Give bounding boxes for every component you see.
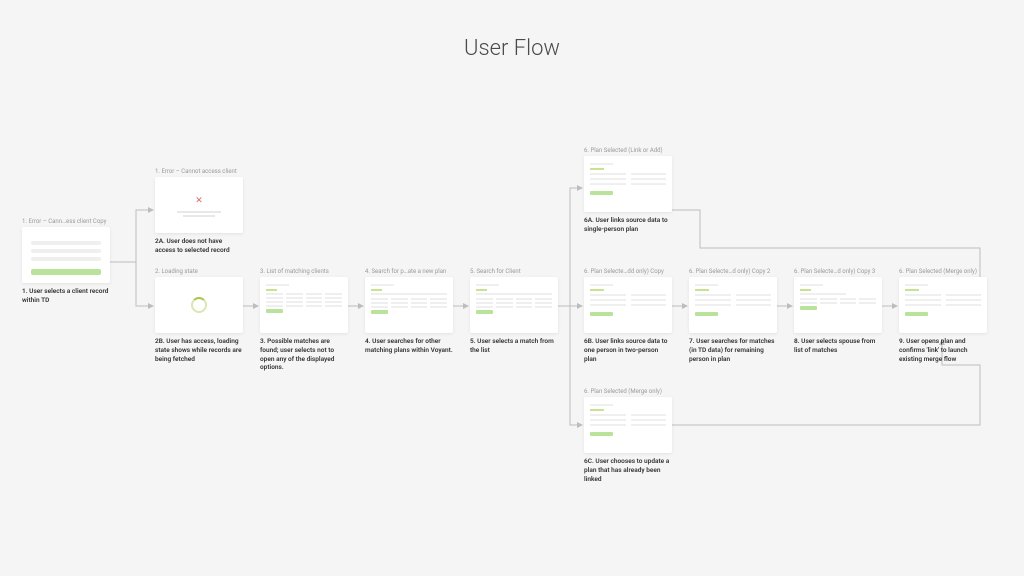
caption: 1. User selects a client record within T… <box>22 287 110 305</box>
frame-label: 2. Loading state <box>155 268 243 275</box>
flow-node-3[interactable]: 3. List of matching clients 3. Possible … <box>260 268 348 372</box>
thumbnail <box>470 277 558 333</box>
caption: 6A. User links source data to single-per… <box>584 216 672 234</box>
frame-label: 6. Plan Selected (Merge only) <box>899 268 987 275</box>
caption: 3. Possible matches are found; user sele… <box>260 337 348 372</box>
caption: 9. User opens plan and confirms 'link' t… <box>899 337 987 363</box>
flow-node-9[interactable]: 6. Plan Selected (Merge only) 9. User op… <box>899 268 987 363</box>
thumbnail <box>22 227 110 283</box>
caption: 6B. User links source data to one person… <box>584 337 672 363</box>
caption: 2A. User does not have access to selecte… <box>155 237 243 255</box>
flow-node-5[interactable]: 5. Search for Client 5. User selects a m… <box>470 268 558 355</box>
error-icon: ✕ <box>195 196 203 206</box>
frame-label: 3. List of matching clients <box>260 268 348 275</box>
frame-label: 6. Plan Selecte…d only) Copy 3 <box>794 268 882 275</box>
caption: 4. User searches for other matching plan… <box>365 337 453 355</box>
thumbnail <box>794 277 882 333</box>
thumbnail <box>899 277 987 333</box>
thumbnail <box>689 277 777 333</box>
frame-label: 1. Error – Cannot access client <box>155 168 243 175</box>
flow-node-6c[interactable]: 6. Plan Selected (Merge only) 6C. User c… <box>584 388 672 483</box>
thumbnail <box>260 277 348 333</box>
frame-label: 6. Plan Selected (Link or Add) <box>584 147 672 154</box>
frame-label: 6. Plan Selected (Merge only) <box>584 388 672 395</box>
frame-label: 5. Search for Client <box>470 268 558 275</box>
flow-canvas: 1. Error – Cann…ess client Copy 1. User … <box>0 0 1024 576</box>
thumbnail <box>584 156 672 212</box>
flow-node-2b[interactable]: 2. Loading state 2B. User has access, lo… <box>155 268 243 363</box>
flow-node-6b[interactable]: 6. Plan Selecte…dd only) Copy 6B. User l… <box>584 268 672 363</box>
flow-node-8[interactable]: 6. Plan Selecte…d only) Copy 3 8. User s… <box>794 268 882 355</box>
caption: 6C. User chooses to update a plan that h… <box>584 457 672 483</box>
thumbnail <box>155 277 243 333</box>
flow-node-2a[interactable]: 1. Error – Cannot access client ✕ 2A. Us… <box>155 168 243 255</box>
frame-label: 6. Plan Selecte…d only) Copy 2 <box>689 268 777 275</box>
flow-node-7[interactable]: 6. Plan Selecte…d only) Copy 2 7. User s… <box>689 268 777 363</box>
flow-node-4[interactable]: 4. Search for p…ate a new plan 4. User s… <box>365 268 453 355</box>
caption: 2B. User has access, loading state shows… <box>155 337 243 363</box>
frame-label: 4. Search for p…ate a new plan <box>365 268 453 275</box>
thumbnail <box>584 397 672 453</box>
flow-node-6a[interactable]: 6. Plan Selected (Link or Add) 6A. User … <box>584 147 672 234</box>
thumbnail <box>584 277 672 333</box>
frame-label: 1. Error – Cann…ess client Copy <box>22 218 110 225</box>
flow-node-1[interactable]: 1. Error – Cann…ess client Copy 1. User … <box>22 218 110 305</box>
caption: 7. User searches for matches (in TD data… <box>689 337 777 363</box>
spinner-icon <box>191 297 207 313</box>
caption: 8. User selects spouse from list of matc… <box>794 337 882 355</box>
caption: 5. User selects a match from the list <box>470 337 558 355</box>
frame-label: 6. Plan Selecte…dd only) Copy <box>584 268 672 275</box>
thumbnail <box>365 277 453 333</box>
thumbnail: ✕ <box>155 177 243 233</box>
